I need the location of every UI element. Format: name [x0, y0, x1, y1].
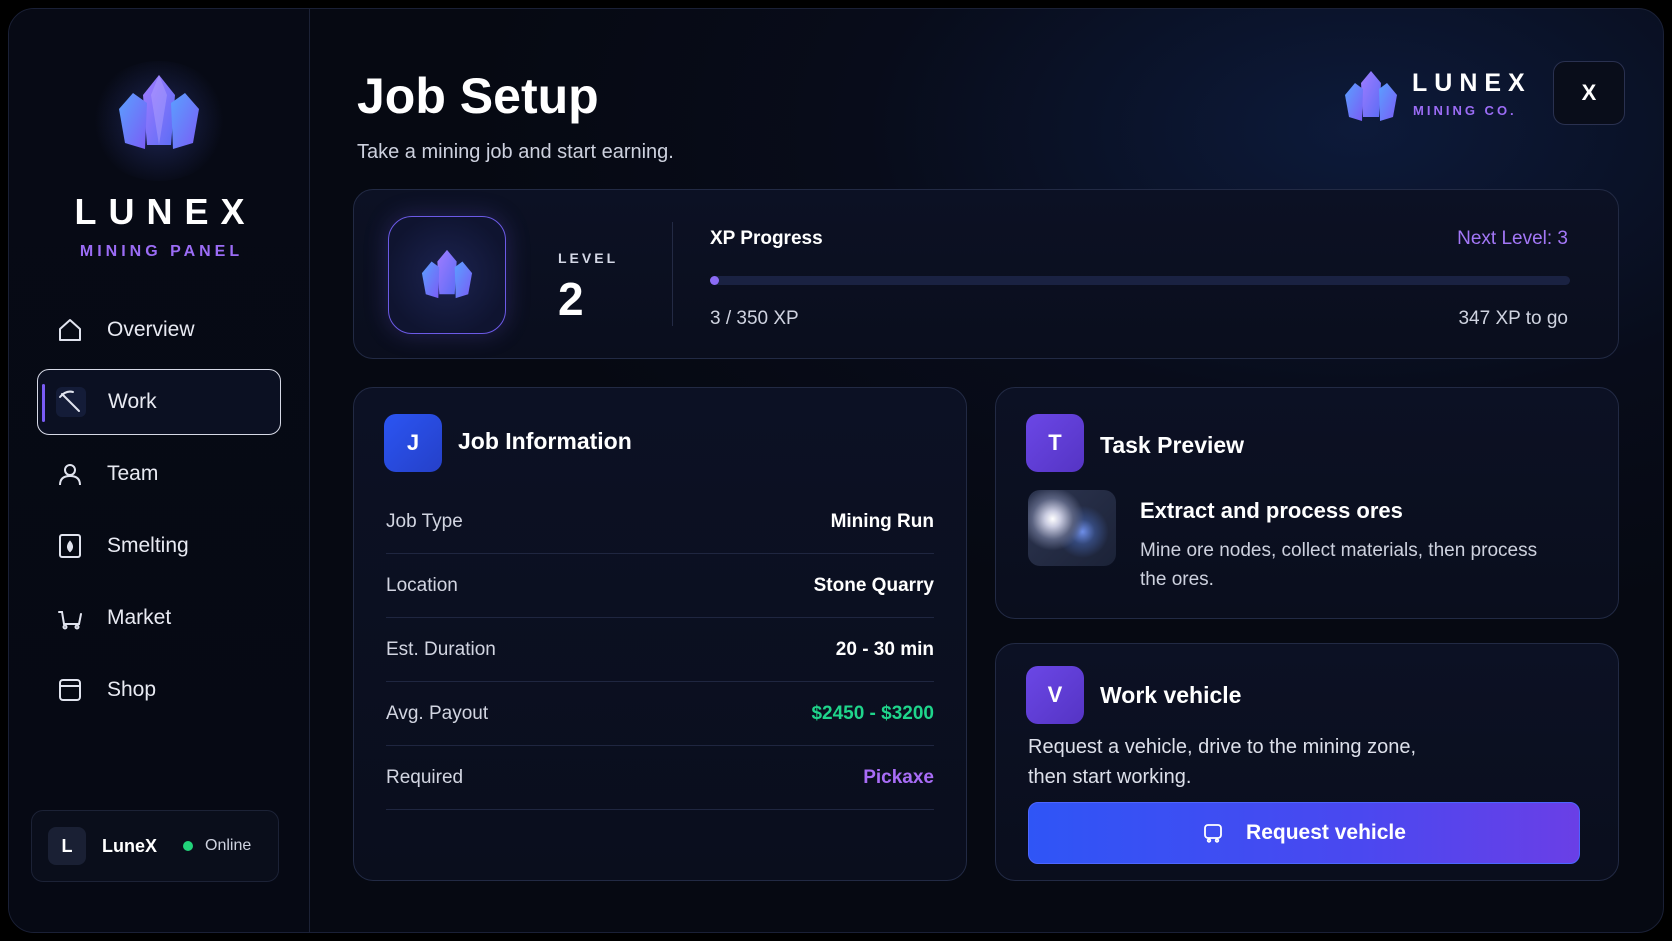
job-row-payout: Avg. Payout $2450 - $3200: [386, 682, 934, 746]
work-vehicle-title: Work vehicle: [1100, 682, 1242, 708]
close-button[interactable]: X: [1553, 61, 1625, 125]
task-heading: Extract and process ores: [1140, 498, 1403, 523]
row-value: $2450 - $3200: [811, 702, 934, 724]
corner-brand-title: LUNEX: [1412, 69, 1532, 97]
row-label: Location: [386, 574, 458, 596]
avatar: L: [48, 827, 86, 865]
task-description: Mine ore nodes, collect materials, then …: [1140, 540, 1538, 590]
job-information-card: J Job Information Job Type Mining Run Lo…: [353, 387, 967, 881]
row-label: Avg. Payout: [386, 702, 489, 724]
sidebar-item-smelting[interactable]: Smelting: [37, 513, 281, 579]
row-value: Pickaxe: [863, 766, 934, 788]
vehicle-description: Request a vehicle, drive to the mining z…: [1028, 736, 1416, 788]
level-label: LEVEL: [558, 250, 619, 266]
cart-icon: [55, 603, 85, 633]
level-badge: [388, 216, 506, 334]
corner-brand-subtitle: MINING CO.: [1413, 103, 1517, 118]
sidebar-item-label: Overview: [107, 318, 195, 341]
page-title: Job Setup: [357, 68, 599, 124]
user-name: LuneX: [102, 835, 158, 856]
task-letter-icon: T: [1026, 414, 1084, 472]
job-row-location: Location Stone Quarry: [386, 554, 934, 618]
level-card: LEVEL 2 XP Progress Next Level: 3 3 / 35…: [353, 189, 1619, 359]
work-vehicle-card: V Work vehicle Request a vehicle, drive …: [995, 643, 1619, 881]
brand-subtitle: MINING PANEL: [79, 243, 244, 260]
vehicle-letter-icon: V: [1026, 666, 1084, 724]
job-details-list: Job Type Mining Run Location Stone Quarr…: [386, 490, 934, 810]
xp-title: XP Progress: [710, 228, 823, 249]
xp-progress-fill: [710, 276, 719, 285]
row-label: Required: [386, 766, 464, 788]
user-status: Online: [205, 837, 252, 854]
row-value: Stone Quarry: [813, 574, 934, 596]
divider: [672, 222, 673, 326]
sidebar-item-work[interactable]: Work: [37, 369, 281, 435]
xp-remaining: 347 XP to go: [1458, 308, 1568, 329]
task-preview-title: Task Preview: [1100, 432, 1245, 458]
request-vehicle-button[interactable]: Request vehicle: [1028, 802, 1580, 864]
crystal-logo-icon: [119, 75, 199, 149]
row-label: Job Type: [386, 510, 463, 532]
sidebar: LUNEX MINING PANEL Overview Work Team Sm…: [9, 9, 310, 932]
row-value: Mining Run: [830, 510, 934, 532]
job-letter-icon: J: [384, 414, 442, 472]
job-information-title: Job Information: [458, 428, 632, 454]
job-row-type: Job Type Mining Run: [386, 490, 934, 554]
sidebar-nav: Overview Work Team Smelting Market Shop: [37, 297, 281, 729]
sidebar-item-market[interactable]: Market: [37, 585, 281, 651]
request-vehicle-label: Request vehicle: [1246, 821, 1406, 844]
user-card[interactable]: L LuneX Online: [31, 810, 279, 882]
sidebar-item-label: Team: [107, 462, 159, 485]
job-row-duration: Est. Duration 20 - 30 min: [386, 618, 934, 682]
user-icon: [55, 459, 85, 489]
furnace-icon: [55, 531, 85, 561]
pickaxe-icon: [56, 387, 86, 417]
sidebar-item-shop[interactable]: Shop: [37, 657, 281, 723]
level-value: 2: [558, 273, 584, 325]
next-level-label: Next Level: 3: [1457, 228, 1568, 249]
app-window: LUNEX MINING PANEL Overview Work Team Sm…: [8, 8, 1664, 933]
vehicle-icon: [1202, 822, 1224, 844]
brand-title: LUNEX: [74, 191, 257, 232]
crystal-icon: [421, 249, 473, 299]
sidebar-item-overview[interactable]: Overview: [37, 297, 281, 363]
sidebar-item-team[interactable]: Team: [37, 441, 281, 507]
sidebar-item-label: Market: [107, 606, 172, 629]
crystal-logo-icon: [1345, 71, 1397, 121]
sidebar-item-label: Work: [108, 390, 157, 413]
online-status-dot: [183, 841, 194, 851]
task-preview-card: T Task Preview Extract and process ores …: [995, 387, 1619, 619]
row-value: 20 - 30 min: [835, 638, 934, 660]
sidebar-item-label: Smelting: [107, 534, 189, 557]
xp-count: 3 / 350 XP: [710, 308, 799, 329]
ore-thumbnail-icon: [1028, 490, 1116, 566]
xp-progress-bar: [710, 276, 1570, 285]
row-label: Est. Duration: [386, 638, 496, 660]
home-icon: [55, 315, 85, 345]
page-subtitle: Take a mining job and start earning.: [357, 141, 674, 163]
sidebar-item-label: Shop: [107, 678, 157, 701]
job-row-required: Required Pickaxe: [386, 746, 934, 810]
store-icon: [55, 675, 85, 705]
